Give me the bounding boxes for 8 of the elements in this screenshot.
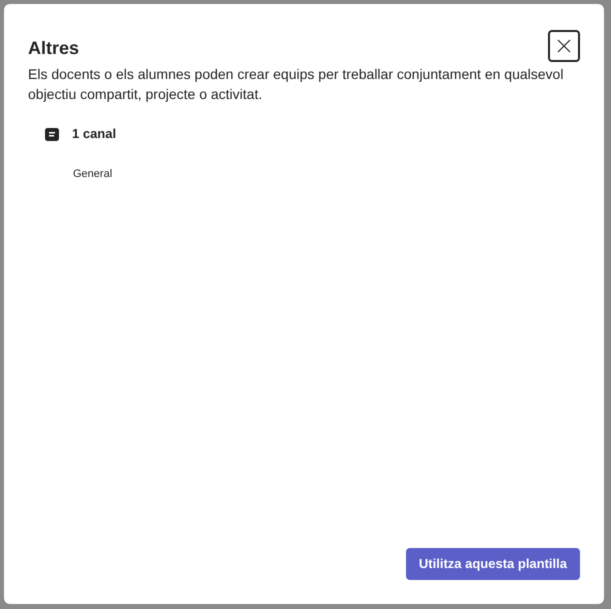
channel-name: General — [73, 166, 114, 182]
channel-count: 1 canal — [72, 125, 116, 143]
use-template-button[interactable]: Utilitza aquesta plantilla — [406, 548, 580, 580]
channel-icon — [45, 126, 59, 141]
dialog-title: Altres — [28, 37, 80, 60]
dialog-description: Els docents o els alumnes poden crear equips per treballar conjuntament en qualsevol objectiu compartit, projecte o activitat. — [28, 65, 564, 104]
close-button[interactable] — [548, 30, 580, 62]
close-icon — [557, 39, 571, 53]
